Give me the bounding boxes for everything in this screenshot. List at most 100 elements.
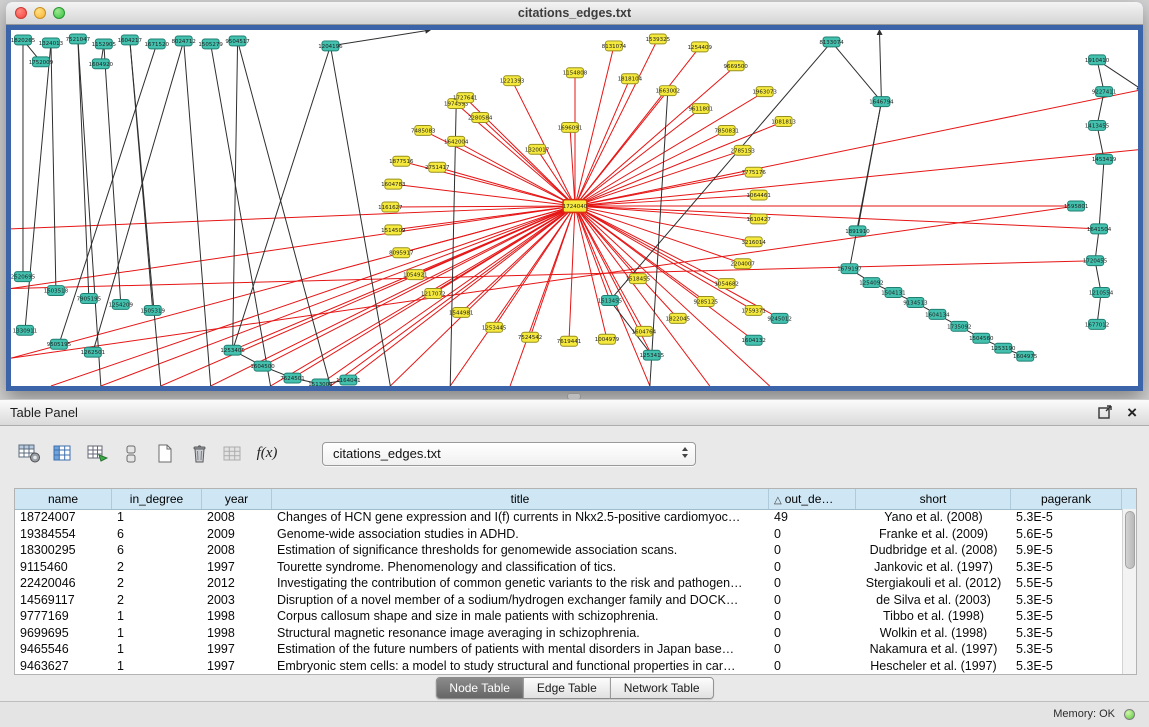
column-header-out-degree[interactable]: △out_de… bbox=[769, 489, 856, 509]
network-node[interactable]: 9505195 bbox=[47, 339, 71, 349]
network-node[interactable]: 7850831 bbox=[715, 125, 739, 135]
network-node[interactable]: 1604132 bbox=[741, 335, 765, 345]
network-node[interactable]: 1720455 bbox=[1083, 256, 1107, 266]
table-row[interactable]: 2242004622012Investigating the contribut… bbox=[15, 575, 1122, 592]
network-node[interactable]: 2280584 bbox=[468, 113, 493, 123]
network-node[interactable]: 1514509 bbox=[381, 225, 406, 235]
cell-year[interactable]: 1998 bbox=[202, 608, 272, 625]
cell-title[interactable]: Changes of HCN gene expression and I(f) … bbox=[272, 509, 769, 526]
cell-out_degree[interactable]: 0 bbox=[769, 625, 856, 642]
network-node[interactable]: 1910410 bbox=[1085, 55, 1110, 65]
network-edge[interactable] bbox=[51, 43, 56, 291]
cell-name[interactable]: 19384554 bbox=[15, 526, 112, 543]
network-edge[interactable] bbox=[238, 41, 331, 386]
network-node[interactable]: 1641504 bbox=[1087, 224, 1112, 234]
cell-title[interactable]: Structural magnetic resonance image aver… bbox=[272, 625, 769, 642]
table-row[interactable]: 1872400712008Changes of HCN gene express… bbox=[15, 509, 1122, 526]
network-node[interactable]: 1004979 bbox=[595, 334, 620, 344]
network-edge[interactable] bbox=[184, 41, 211, 386]
network-node[interactable]: 1595801 bbox=[1064, 201, 1088, 211]
network-edge[interactable] bbox=[575, 206, 678, 318]
cell-out_degree[interactable]: 0 bbox=[769, 658, 856, 675]
column-header-year[interactable]: year bbox=[202, 489, 272, 509]
cell-short[interactable]: Nakamura et al. (1997) bbox=[856, 641, 1011, 658]
cell-year[interactable]: 2009 bbox=[202, 526, 272, 543]
cell-in_degree[interactable]: 1 bbox=[112, 641, 202, 658]
network-node[interactable]: 1253190 bbox=[991, 343, 1016, 353]
network-node[interactable]: 1677012 bbox=[1085, 319, 1109, 329]
function-builder-button[interactable]: f(x) bbox=[252, 440, 282, 467]
network-node[interactable]: 1604764 bbox=[632, 326, 657, 336]
cell-in_degree[interactable]: 2 bbox=[112, 559, 202, 576]
network-edge[interactable] bbox=[390, 206, 575, 386]
network-node[interactable]: 1604217 bbox=[118, 35, 143, 45]
cell-title[interactable]: Embryonic stem cells: a model to study s… bbox=[272, 658, 769, 675]
cell-out_degree[interactable]: 0 bbox=[769, 526, 856, 543]
network-node[interactable]: 7905195 bbox=[77, 294, 101, 304]
cell-pagerank[interactable]: 5.3E-5 bbox=[1011, 658, 1122, 675]
network-node[interactable]: 1154808 bbox=[563, 68, 588, 78]
table-row[interactable]: 1456911722003Disruption of a novel membe… bbox=[15, 592, 1122, 609]
network-node[interactable]: 1081813 bbox=[771, 117, 796, 127]
network-edge[interactable] bbox=[211, 44, 271, 386]
cell-title[interactable]: Investigating the contribution of common… bbox=[272, 575, 769, 592]
column-header-name[interactable]: name bbox=[15, 489, 112, 509]
cell-out_degree[interactable]: 0 bbox=[769, 641, 856, 658]
network-edge[interactable] bbox=[575, 109, 701, 206]
network-node[interactable]: 1164041 bbox=[336, 375, 360, 385]
window-titlebar[interactable]: citations_edges.txt bbox=[6, 2, 1143, 25]
network-node[interactable]: 7624501 bbox=[280, 373, 304, 383]
network-node[interactable]: 8095917 bbox=[389, 248, 414, 258]
network-node[interactable]: 1054682 bbox=[715, 279, 739, 289]
network-edge[interactable] bbox=[879, 30, 881, 102]
cell-pagerank[interactable]: 5.3E-5 bbox=[1011, 592, 1122, 609]
cell-short[interactable]: Yano et al. (2008) bbox=[856, 509, 1011, 526]
column-header-pagerank[interactable]: pagerank bbox=[1011, 489, 1122, 509]
network-node[interactable]: 1330911 bbox=[13, 325, 37, 335]
network-edge[interactable] bbox=[393, 184, 575, 206]
show-columns-button[interactable] bbox=[48, 440, 78, 467]
network-node[interactable]: 7485083 bbox=[411, 125, 436, 135]
network-node[interactable]: 1518455 bbox=[626, 274, 650, 284]
network-node[interactable]: 8024712 bbox=[171, 36, 195, 46]
cell-title[interactable]: Estimation of the future numbers of pati… bbox=[272, 641, 769, 658]
network-node[interactable]: 9227411 bbox=[1092, 87, 1116, 97]
table-row[interactable]: 977716911998Corpus callosum shape and si… bbox=[15, 608, 1122, 625]
network-node[interactable]: 1604134 bbox=[925, 309, 950, 319]
cell-in_degree[interactable]: 1 bbox=[112, 658, 202, 675]
scrollbar-thumb[interactable] bbox=[1125, 511, 1135, 569]
network-node[interactable]: 1610427 bbox=[746, 214, 771, 224]
network-node[interactable]: 1161627 bbox=[378, 202, 403, 212]
network-node[interactable]: 1735092 bbox=[947, 321, 971, 331]
table-settings-button[interactable] bbox=[14, 440, 44, 467]
cell-title[interactable]: Estimation of significance thresholds fo… bbox=[272, 542, 769, 559]
network-node[interactable]: 1505319 bbox=[141, 305, 166, 315]
network-node[interactable]: 2520695 bbox=[11, 272, 35, 282]
network-node[interactable]: 1504131 bbox=[881, 288, 905, 298]
network-edge[interactable] bbox=[575, 66, 736, 206]
delete-table-button[interactable] bbox=[184, 440, 214, 467]
network-edge[interactable] bbox=[51, 206, 575, 386]
cell-in_degree[interactable]: 1 bbox=[112, 625, 202, 642]
table-row[interactable]: 946362711997Embryonic stem cells: a mode… bbox=[15, 658, 1122, 675]
network-edge[interactable] bbox=[575, 206, 610, 300]
table-row[interactable]: 911546021997Tourette syndrome. Phenomeno… bbox=[15, 559, 1122, 576]
network-node[interactable]: 1822045 bbox=[666, 313, 690, 323]
tab-node-table[interactable]: Node Table bbox=[436, 678, 524, 698]
network-node[interactable]: 1217072 bbox=[421, 289, 445, 299]
float-panel-icon[interactable] bbox=[1098, 405, 1113, 419]
network-node[interactable]: 7524542 bbox=[518, 332, 542, 342]
network-node[interactable]: 1759371 bbox=[741, 305, 765, 315]
column-header-in-degree[interactable]: in_degree bbox=[112, 489, 202, 509]
create-table-button[interactable] bbox=[150, 440, 180, 467]
network-node[interactable]: 1696091 bbox=[558, 122, 582, 132]
cell-name[interactable]: 18724007 bbox=[15, 509, 112, 526]
network-node[interactable]: 1663002 bbox=[656, 86, 680, 96]
cell-short[interactable]: Franke et al. (2009) bbox=[856, 526, 1011, 543]
network-node[interactable]: 1253405 bbox=[220, 345, 244, 355]
network-edge[interactable] bbox=[320, 206, 575, 384]
cell-short[interactable]: Jankovic et al. (1997) bbox=[856, 559, 1011, 576]
network-node[interactable]: 1646794 bbox=[869, 97, 894, 107]
cell-in_degree[interactable]: 6 bbox=[112, 542, 202, 559]
network-edge[interactable] bbox=[832, 42, 882, 102]
